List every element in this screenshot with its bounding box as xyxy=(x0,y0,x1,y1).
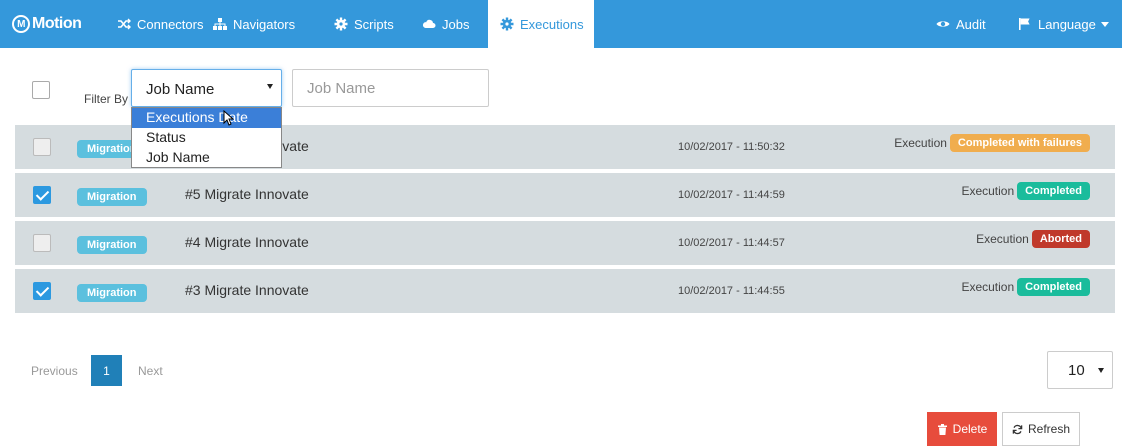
brand-name: Motion xyxy=(32,15,82,32)
refresh-label: Refresh xyxy=(1027,422,1071,436)
job-type-badge: Migration xyxy=(77,188,147,206)
status-badge: Completed xyxy=(1017,278,1090,296)
option-job-name[interactable]: Job Name xyxy=(132,148,281,168)
nav-connectors[interactable]: Connectors xyxy=(117,0,203,48)
caret-down-icon xyxy=(1098,368,1104,373)
gear-icon xyxy=(500,17,514,31)
pagination-next[interactable]: Next xyxy=(138,364,163,378)
refresh-button[interactable]: Refresh xyxy=(1002,412,1080,446)
gear-icon xyxy=(334,17,348,31)
job-type-badge: Migration xyxy=(77,284,147,302)
row-checkbox[interactable] xyxy=(33,234,51,252)
nav-audit-label: Audit xyxy=(956,16,986,32)
nav-jobs[interactable]: Jobs xyxy=(422,0,469,48)
mouse-cursor-icon xyxy=(223,110,234,126)
table-row[interactable]: Migration #4 Migrate Innovate 10/02/2017… xyxy=(15,221,1115,265)
delete-button[interactable]: Delete xyxy=(927,412,997,446)
table-row[interactable]: Migration #5 Migrate Innovate 10/02/2017… xyxy=(15,173,1115,217)
delete-label: Delete xyxy=(952,422,988,436)
row-checkbox[interactable] xyxy=(33,186,51,204)
status-badge: Completed with failures xyxy=(949,134,1090,152)
status-group: Execution Completed xyxy=(961,278,1090,296)
filter-field-selected: Job Name xyxy=(146,81,215,98)
execution-date: 10/02/2017 - 11:50:32 xyxy=(678,141,785,153)
execution-label: Execution xyxy=(976,232,1029,246)
select-all-checkbox[interactable] xyxy=(32,81,50,99)
option-executions-date[interactable]: Executions Date xyxy=(132,108,281,128)
page-size-select[interactable]: 10 xyxy=(1047,351,1113,389)
execution-date: 10/02/2017 - 11:44:59 xyxy=(678,189,785,201)
nav-jobs-label: Jobs xyxy=(442,16,470,32)
row-checkbox[interactable] xyxy=(33,138,51,156)
job-name: #5 Migrate Innovate xyxy=(185,186,309,202)
status-badge: Completed xyxy=(1017,182,1090,200)
nav-connectors-label: Connectors xyxy=(137,16,204,32)
status-group: Execution Completed with failures xyxy=(894,134,1090,152)
job-type-badge: Migration xyxy=(77,236,147,254)
filter-value-input[interactable] xyxy=(293,70,488,106)
sitemap-icon xyxy=(213,17,227,31)
status-group: Execution Aborted xyxy=(976,230,1090,248)
nav-executions[interactable]: Executions xyxy=(488,0,594,48)
flag-icon xyxy=(1018,17,1032,31)
connectors-icon xyxy=(117,17,131,31)
chevron-down-icon xyxy=(1100,21,1109,27)
nav-scripts[interactable]: Scripts xyxy=(334,0,394,48)
filter-value-input-wrap xyxy=(292,69,489,107)
trash-icon xyxy=(937,423,947,435)
row-checkbox[interactable] xyxy=(33,282,51,300)
nav-scripts-label: Scripts xyxy=(354,16,394,32)
page-size-value: 10 xyxy=(1068,362,1085,379)
filter-field-select[interactable]: Job Name xyxy=(131,69,282,107)
status-group: Execution Completed xyxy=(961,182,1090,200)
refresh-icon xyxy=(1012,424,1023,434)
job-name: #4 Migrate Innovate xyxy=(185,234,309,250)
brand-logo[interactable]: M Motion xyxy=(12,12,82,36)
motion-logo-icon: M xyxy=(12,15,30,33)
nav-executions-label: Executions xyxy=(520,16,584,32)
status-badge: Aborted xyxy=(1031,230,1090,248)
pagination-previous[interactable]: Previous xyxy=(31,364,78,378)
execution-label: Execution xyxy=(961,184,1015,198)
filter-by-label: Filter By xyxy=(84,92,129,106)
nav-navigators[interactable]: Navigators xyxy=(213,0,295,48)
nav-language-label: Language xyxy=(1038,16,1096,32)
job-name: #3 Migrate Innovate xyxy=(185,282,309,298)
table-row[interactable]: Migration #3 Migrate Innovate 10/02/2017… xyxy=(15,269,1115,313)
option-status[interactable]: Status xyxy=(132,128,281,148)
execution-label: Execution xyxy=(961,280,1015,294)
cloud-icon xyxy=(422,17,436,31)
top-navbar: M Motion Connectors Navigators Scripts J… xyxy=(0,0,1122,48)
eye-icon xyxy=(936,17,950,31)
execution-date: 10/02/2017 - 11:44:57 xyxy=(678,237,785,249)
nav-language-dropdown[interactable]: Language xyxy=(1018,0,1109,48)
execution-label: Execution xyxy=(894,136,947,150)
execution-date: 10/02/2017 - 11:44:55 xyxy=(678,285,785,297)
filter-field-dropdown-list: Executions Date Status Job Name xyxy=(131,107,282,168)
nav-audit[interactable]: Audit xyxy=(936,0,986,48)
caret-down-icon xyxy=(267,84,273,89)
pagination-current-page[interactable]: 1 xyxy=(91,355,122,386)
nav-navigators-label: Navigators xyxy=(233,16,296,32)
